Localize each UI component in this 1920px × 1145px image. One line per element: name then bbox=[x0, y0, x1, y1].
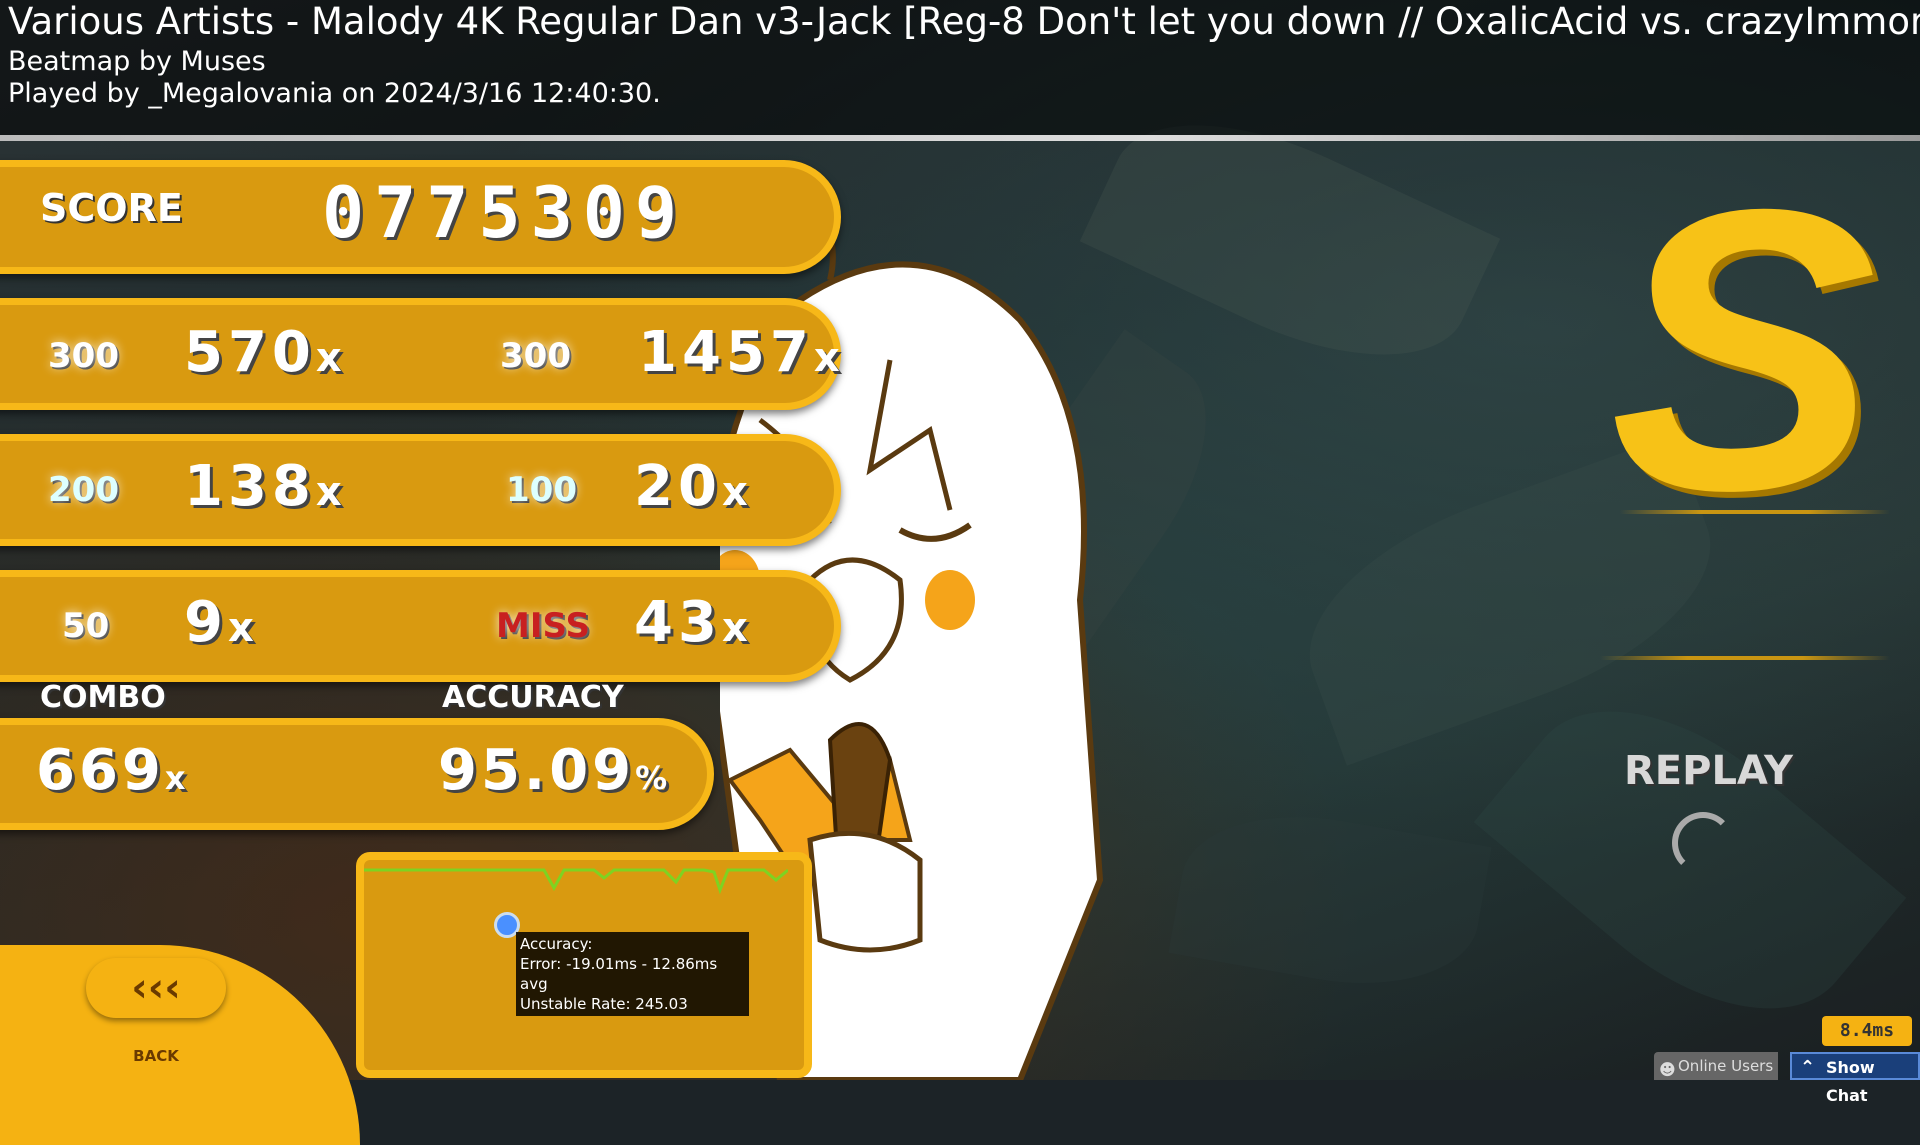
perfect-300-count: 1457x bbox=[638, 320, 840, 385]
miss-icon: MISS bbox=[496, 606, 590, 646]
loading-spinner-icon bbox=[1672, 812, 1734, 874]
accuracy-label: ACCURACY bbox=[442, 680, 624, 715]
back-button[interactable]: ‹‹‹ bbox=[86, 958, 226, 1018]
show-chat-button[interactable]: ⌃ Show Chat bbox=[1790, 1052, 1920, 1105]
played-by: Played by _Megalovania on 2024/3/16 12:4… bbox=[8, 78, 661, 109]
tooltip-title: Accuracy: bbox=[520, 935, 593, 953]
tooltip-ur: Unstable Rate: 245.03 bbox=[520, 995, 688, 1013]
beatmap-mapper: Beatmap by Muses bbox=[8, 46, 266, 77]
replay-button[interactable]: REPLAY bbox=[1624, 748, 1793, 794]
score-value: 0775309 bbox=[322, 172, 688, 254]
show-chat-label: Show Chat bbox=[1826, 1058, 1875, 1105]
rank-grade: S bbox=[1610, 126, 1877, 573]
accuracy-tooltip: Accuracy: Error: -19.01ms - 12.86ms avg … bbox=[516, 932, 749, 1016]
hit-50-count: 9x bbox=[184, 590, 254, 655]
frame-time-counter: 8.4ms bbox=[1822, 1016, 1912, 1046]
hit-200-count: 138x bbox=[184, 454, 342, 519]
online-users-button[interactable]: ☻ Online Users bbox=[1654, 1052, 1778, 1080]
max-300-icon: 300 bbox=[48, 336, 119, 376]
online-users-label: Online Users bbox=[1678, 1057, 1774, 1075]
miss-count: 43x bbox=[634, 590, 748, 655]
back-label[interactable]: BACK bbox=[118, 1043, 194, 1069]
hit-200-icon: 200 bbox=[48, 470, 119, 510]
beatmap-header: Various Artists - Malody 4K Regular Dan … bbox=[0, 0, 1920, 136]
perfect-300-icon: 300 bbox=[500, 336, 571, 376]
tooltip-error: Error: -19.01ms - 12.86ms avg bbox=[520, 955, 718, 993]
hit-50-icon: 50 bbox=[62, 606, 110, 646]
combo-label: COMBO bbox=[40, 680, 166, 715]
max-300-count: 570x bbox=[184, 320, 342, 385]
grade-divider-2 bbox=[1600, 656, 1890, 660]
hp-graph-line bbox=[364, 868, 788, 895]
grade-divider-1 bbox=[1620, 510, 1890, 514]
score-label: SCORE bbox=[40, 186, 183, 230]
accuracy-value: 95.09% bbox=[438, 738, 668, 803]
chevron-up-icon: ⌃ bbox=[1800, 1057, 1816, 1078]
beatmap-title: Various Artists - Malody 4K Regular Dan … bbox=[8, 0, 1920, 43]
combo-value: 669x bbox=[36, 738, 186, 803]
hit-100-icon: 100 bbox=[506, 470, 577, 510]
hit-100-count: 20x bbox=[634, 454, 748, 519]
